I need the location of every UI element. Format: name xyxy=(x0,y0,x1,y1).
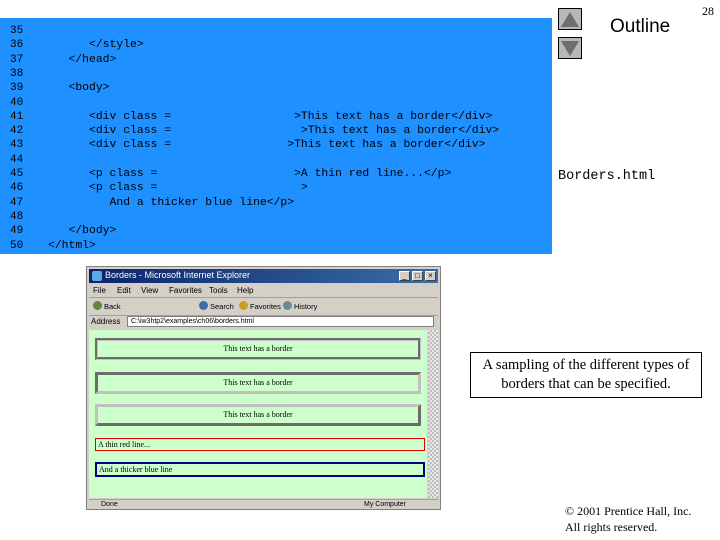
nav-down-button[interactable] xyxy=(558,37,582,59)
code-line: 38 xyxy=(0,67,552,81)
status-text: Done xyxy=(101,501,118,508)
search-button[interactable]: Search xyxy=(210,302,234,311)
status-bar: Done My Computer xyxy=(89,499,438,510)
line-number: 48 xyxy=(10,210,24,223)
code-line: 39 <body> xyxy=(0,81,552,95)
copyright-line-2: All rights reserved. xyxy=(565,520,658,534)
window-title: Borders - Microsoft Internet Explorer xyxy=(105,270,251,280)
menu-file[interactable]: File xyxy=(93,286,106,295)
nav-up-button[interactable] xyxy=(558,8,582,30)
menu-help[interactable]: Help xyxy=(237,286,253,295)
code-line: 43 <div class = >This text has a border<… xyxy=(0,138,552,152)
copyright-line-1: © 2001 Prentice Hall, Inc. xyxy=(565,504,692,518)
search-icon xyxy=(199,301,208,310)
code-line: 41 <div class = >This text has a border<… xyxy=(0,110,552,124)
outline-label[interactable]: Outline xyxy=(610,16,670,38)
bordered-div-2: This text has a border xyxy=(95,372,421,394)
line-number: 44 xyxy=(10,153,24,166)
close-button[interactable]: × xyxy=(425,271,436,281)
back-icon xyxy=(93,301,102,310)
code-line: 37 </head> xyxy=(0,53,552,67)
caption-box: A sampling of the different types of bor… xyxy=(470,352,702,398)
bordered-div-1: This text has a border xyxy=(95,338,421,360)
code-text: </head> xyxy=(48,53,117,66)
code-line: 48 xyxy=(0,210,552,224)
zone-text: My Computer xyxy=(364,501,407,508)
maximize-button[interactable]: □ xyxy=(412,271,423,281)
line-number: 46 xyxy=(10,182,24,195)
thick-blue-line-paragraph: And a thicker blue line xyxy=(95,462,425,477)
code-text: <p class = >A thin red line...</p> xyxy=(48,168,452,180)
toolbar: Back Search Favorites History xyxy=(89,298,438,316)
address-label: Address xyxy=(91,317,121,326)
code-line: 36 </style> xyxy=(0,38,552,52)
code-text: <div class = >This text has a border</di… xyxy=(48,110,493,123)
code-line: 47 And a thicker blue line</p> xyxy=(0,196,552,210)
address-bar: Address C:\iw3htp2\examples\ch06\borders… xyxy=(89,316,438,329)
page-viewport: This text has a border This text has a b… xyxy=(89,330,427,498)
vertical-scrollbar[interactable] xyxy=(428,330,438,498)
code-line: 45 <p class = >A thin red line...</p> xyxy=(0,167,552,181)
line-number: 47 xyxy=(10,196,24,209)
favorites-icon xyxy=(239,301,248,310)
menu-edit[interactable]: Edit xyxy=(117,286,131,295)
page-number: 28 xyxy=(702,4,714,18)
line-number: 45 xyxy=(10,168,24,180)
line-number: 37 xyxy=(10,53,24,66)
code-text: </body> xyxy=(48,225,117,238)
file-name: Borders.html xyxy=(558,169,656,184)
thin-red-line-paragraph: A thin red line... xyxy=(95,438,425,451)
menu-view[interactable]: View xyxy=(141,286,158,295)
code-line: 35 xyxy=(0,24,552,38)
line-number: 50 xyxy=(10,239,24,252)
bordered-div-3: This text has a border xyxy=(95,404,421,426)
code-line: 46 <p class = > xyxy=(0,181,552,195)
menu-bar: File Edit View Favorites Tools Help xyxy=(89,285,438,298)
code-text: </style> xyxy=(48,39,144,52)
code-text: <div class = >This text has a border</di… xyxy=(48,139,486,152)
back-button[interactable]: Back xyxy=(104,302,121,311)
line-number: 36 xyxy=(10,39,24,52)
favorites-button[interactable]: Favorites xyxy=(250,302,281,311)
menu-tools[interactable]: Tools xyxy=(209,286,228,295)
copyright: © 2001 Prentice Hall, Inc. All rights re… xyxy=(565,503,691,535)
line-number: 42 xyxy=(10,125,24,138)
line-number: 35 xyxy=(10,25,24,37)
down-arrow-icon xyxy=(561,40,579,56)
caption-text: A sampling of the different types of bor… xyxy=(482,357,690,392)
code-text: <body> xyxy=(48,82,110,95)
code-text: <p class = > xyxy=(48,182,308,195)
line-number: 43 xyxy=(10,139,24,152)
code-panel: 35 36 </style> 37 </head> 38 39 <body> 40 41 <… xyxy=(0,18,552,254)
ie-icon xyxy=(92,271,102,281)
code-text: <div class = >This text has a border</di… xyxy=(48,125,500,138)
up-arrow-icon xyxy=(561,11,579,27)
title-bar: Borders - Microsoft Internet Explorer _ … xyxy=(89,269,438,283)
code-line: 40 xyxy=(0,96,552,110)
address-input[interactable]: C:\iw3htp2\examples\ch06\borders.html xyxy=(127,316,434,327)
code-line: 44 xyxy=(0,153,552,167)
line-number: 40 xyxy=(10,96,24,109)
minimize-button[interactable]: _ xyxy=(399,271,410,281)
line-number: 39 xyxy=(10,82,24,95)
line-number: 41 xyxy=(10,110,24,123)
history-button[interactable]: History xyxy=(294,302,317,311)
history-icon xyxy=(283,301,292,310)
code-line: 49 </body> xyxy=(0,224,552,238)
code-line: 50 </html> xyxy=(0,239,552,253)
menu-favorites[interactable]: Favorites xyxy=(169,286,202,295)
code-text: And a thicker blue line</p> xyxy=(48,196,295,209)
code-text: </html> xyxy=(48,239,96,252)
code-line: 42 <div class = >This text has a border<… xyxy=(0,124,552,138)
line-number: 49 xyxy=(10,225,24,238)
browser-window: Borders - Microsoft Internet Explorer _ … xyxy=(86,266,441,510)
line-number: 38 xyxy=(10,67,24,80)
